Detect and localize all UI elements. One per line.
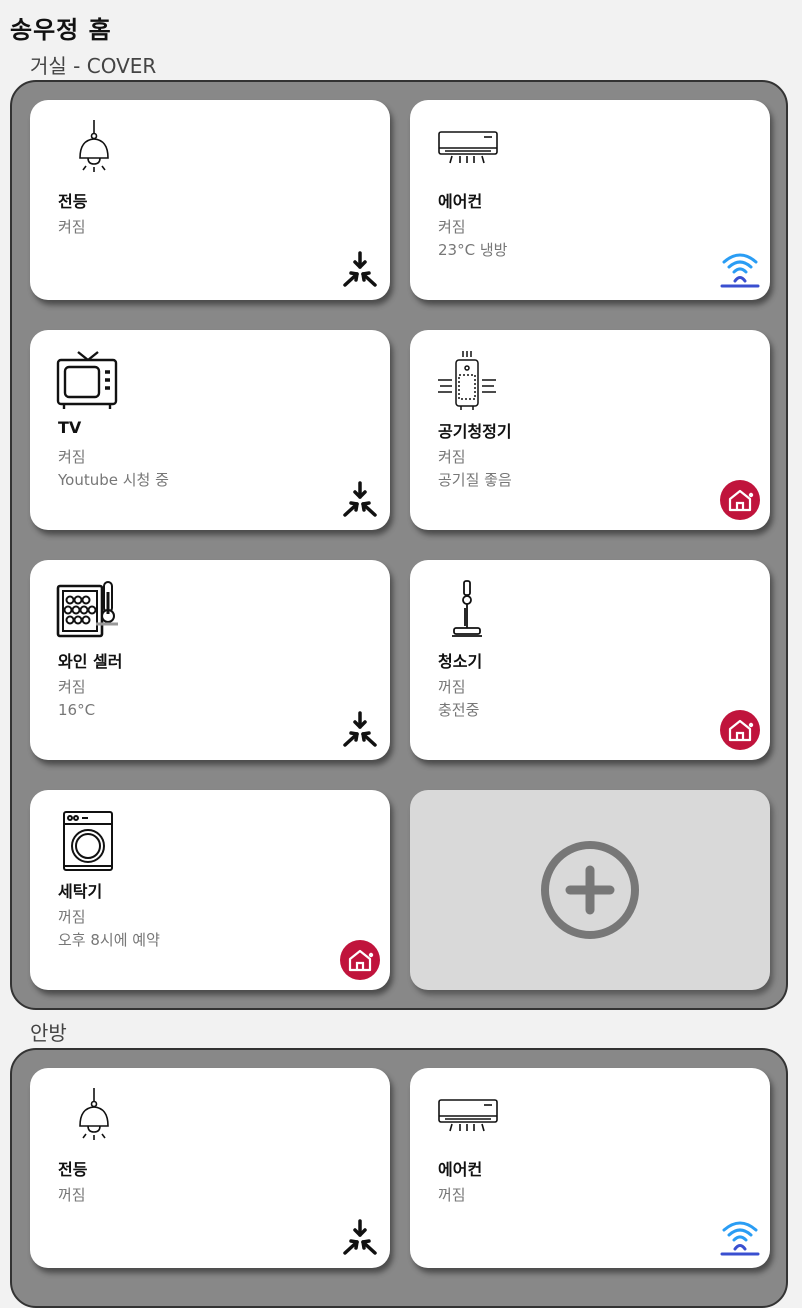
snowflake-icon[interactable] <box>340 710 380 750</box>
device-status: 꺼짐 충전중 <box>438 676 479 722</box>
air-conditioner-icon <box>434 1086 500 1152</box>
device-status-line: 16°C <box>58 701 96 719</box>
room-bedroom-panel: 전등 꺼짐 에어컨 꺼짐 <box>10 1048 788 1308</box>
device-name: 청소기 <box>438 652 483 671</box>
device-status-line: 오후 8시에 예약 <box>58 931 160 949</box>
device-status: 켜짐 16°C <box>58 676 95 722</box>
device-card-washer[interactable]: 세탁기 꺼짐 오후 8시에 예약 <box>30 790 390 990</box>
device-card-vacuum[interactable]: 청소기 꺼짐 충전중 <box>410 560 770 760</box>
device-status: 꺼짐 오후 8시에 예약 <box>58 906 160 952</box>
device-status: 켜짐 23°C 냉방 <box>438 216 507 262</box>
pendant-lamp-icon <box>54 118 120 184</box>
home-badge-icon[interactable] <box>720 710 760 750</box>
room-title-living: 거실 - COVER <box>30 54 157 78</box>
device-card-air-purifier[interactable]: 공기청정기 켜짐 공기질 좋음 <box>410 330 770 530</box>
device-status: 켜짐 <box>58 216 86 239</box>
add-device-button[interactable] <box>410 790 770 990</box>
plus-circle-icon <box>541 841 639 939</box>
device-card-aircon[interactable]: 에어컨 꺼짐 <box>410 1068 770 1268</box>
snowflake-icon[interactable] <box>340 480 380 520</box>
device-card-tv[interactable]: TV 켜짐 Youtube 시청 중 <box>30 330 390 530</box>
room-title-bedroom: 안방 <box>30 1021 67 1045</box>
home-title: 송우정 홈 <box>10 16 112 44</box>
home-badge-icon[interactable] <box>720 480 760 520</box>
wine-cellar-icon <box>54 578 120 644</box>
device-status-line: 켜짐 <box>438 218 466 236</box>
device-name: 전등 <box>58 192 88 211</box>
device-name: 에어컨 <box>438 1160 483 1179</box>
snowflake-icon[interactable] <box>340 250 380 290</box>
device-status-line: 켜짐 <box>438 448 466 466</box>
device-name: 공기청정기 <box>438 422 512 441</box>
room-living-panel: 전등 켜짐 에어컨 켜짐 23°C 냉방 TV 켜짐 Youtube 시청 중 … <box>10 80 788 1010</box>
washing-machine-icon <box>54 808 120 874</box>
air-conditioner-icon <box>434 118 500 184</box>
device-status-line: 꺼짐 <box>58 1186 86 1204</box>
device-status: 꺼짐 <box>438 1184 466 1207</box>
pendant-lamp-icon <box>54 1086 120 1152</box>
device-card-aircon[interactable]: 에어컨 켜짐 23°C 냉방 <box>410 100 770 300</box>
device-status-line: 꺼짐 <box>438 1186 466 1204</box>
device-status-line: 꺼짐 <box>438 678 466 696</box>
wifi-icon[interactable] <box>720 1218 760 1258</box>
device-card-light[interactable]: 전등 켜짐 <box>30 100 390 300</box>
device-status-line: Youtube 시청 중 <box>58 471 169 489</box>
tv-icon <box>54 348 120 414</box>
home-badge-icon[interactable] <box>340 940 380 980</box>
device-status-line: 공기질 좋음 <box>438 471 512 489</box>
wifi-icon[interactable] <box>720 250 760 290</box>
vacuum-icon <box>434 578 500 644</box>
device-card-wine-cellar[interactable]: 와인 셀러 켜짐 16°C <box>30 560 390 760</box>
device-card-light[interactable]: 전등 꺼짐 <box>30 1068 390 1268</box>
device-status-line: 23°C 냉방 <box>438 241 508 259</box>
device-name: 전등 <box>58 1160 88 1179</box>
device-status-line: 켜짐 <box>58 678 86 696</box>
snowflake-icon[interactable] <box>340 1218 380 1258</box>
device-name: 에어컨 <box>438 192 483 211</box>
device-name: 세탁기 <box>58 882 103 901</box>
device-status: 켜짐 Youtube 시청 중 <box>58 446 169 492</box>
device-name: TV <box>58 418 82 437</box>
device-status-line: 충전중 <box>438 701 480 719</box>
air-purifier-icon <box>434 348 500 414</box>
device-name: 와인 셀러 <box>58 652 123 671</box>
device-status: 켜짐 공기질 좋음 <box>438 446 512 492</box>
device-status-line: 켜짐 <box>58 218 86 236</box>
device-status-line: 켜짐 <box>58 448 86 466</box>
device-status-line: 꺼짐 <box>58 908 86 926</box>
device-status: 꺼짐 <box>58 1184 86 1207</box>
